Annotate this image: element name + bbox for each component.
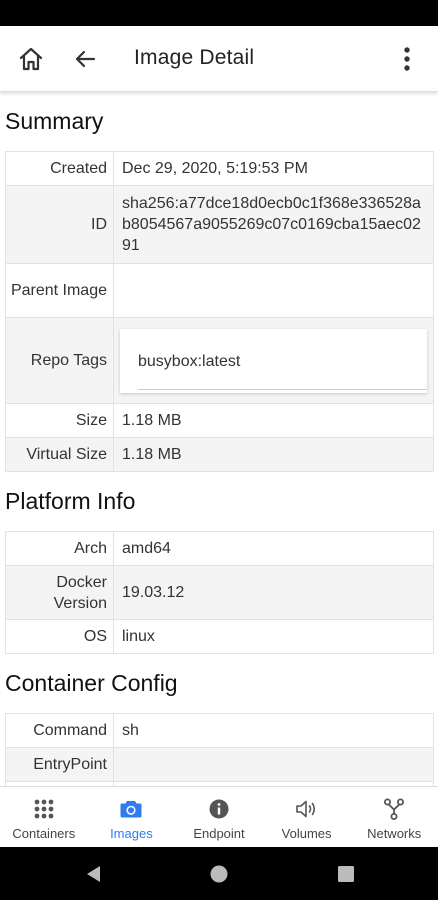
- container-config-heading: Container Config: [5, 670, 178, 696]
- container-config-table: Command sh EntryPoint: [5, 713, 434, 786]
- back-button[interactable]: [66, 40, 104, 78]
- circle-home-icon: [210, 865, 228, 883]
- home-icon: [19, 47, 43, 71]
- size-value: 1.18 MB: [113, 403, 434, 438]
- nav-label-endpoint: Endpoint: [193, 826, 245, 841]
- nav-label-volumes: Volumes: [281, 826, 332, 841]
- system-back-button[interactable]: [82, 863, 104, 885]
- virtual-size-value: 1.18 MB: [113, 437, 434, 472]
- size-label: Size: [5, 403, 114, 438]
- os-value: linux: [113, 619, 434, 654]
- app-bar: Image Detail: [0, 26, 438, 92]
- more-options-button[interactable]: [388, 40, 426, 78]
- page-title: Image Detail: [134, 46, 255, 69]
- command-label: Command: [5, 713, 114, 748]
- system-recents-button[interactable]: [335, 863, 357, 885]
- command-value: sh: [113, 713, 434, 748]
- nav-endpoint[interactable]: Endpoint: [175, 787, 263, 847]
- status-bar: [0, 0, 438, 26]
- system-navigation-bar: [0, 847, 438, 900]
- summary-heading: Summary: [5, 108, 104, 134]
- platform-table: Arch amd64 Docker Version 19.03.12 OS li…: [5, 531, 434, 654]
- grid-icon: [34, 799, 54, 819]
- created-label: Created: [5, 151, 114, 186]
- network-icon: [384, 798, 405, 820]
- repo-tags-list: busybox:latest: [120, 328, 427, 393]
- repo-tags-label: Repo Tags: [5, 317, 114, 404]
- arch-value: amd64: [113, 531, 434, 566]
- info-icon: [209, 799, 229, 819]
- created-value: Dec 29, 2020, 5:19:53 PM: [113, 151, 434, 186]
- nav-images[interactable]: Images: [88, 787, 176, 847]
- nav-networks[interactable]: Networks: [350, 787, 438, 847]
- nav-volumes[interactable]: Volumes: [263, 787, 351, 847]
- nav-label-networks: Networks: [367, 826, 422, 841]
- arrow-left-icon: [75, 50, 96, 68]
- docker-version-value: 19.03.12: [113, 565, 434, 620]
- system-home-button[interactable]: [208, 863, 230, 885]
- detail-content[interactable]: Summary Created Dec 29, 2020, 5:19:53 PM…: [0, 92, 438, 786]
- platform-heading: Platform Info: [5, 488, 136, 514]
- nav-containers[interactable]: Containers: [0, 787, 88, 847]
- id-label: ID: [5, 185, 114, 264]
- os-label: OS: [5, 619, 114, 654]
- square-recents-icon: [338, 866, 354, 882]
- entrypoint-value: [113, 747, 434, 782]
- docker-version-label: Docker Version: [5, 565, 114, 620]
- entrypoint-label: EntryPoint: [5, 747, 114, 782]
- bottom-navigation: Containers Images Endpoint Volumes Netwo…: [0, 786, 438, 847]
- nav-label-images: Images: [110, 826, 153, 841]
- summary-table: Created Dec 29, 2020, 5:19:53 PM ID sha2…: [5, 151, 434, 472]
- nav-label-containers: Containers: [12, 826, 76, 841]
- more-vert-icon: [404, 47, 410, 71]
- triangle-back-icon: [87, 866, 100, 882]
- parent-image-label: Parent Image: [5, 263, 114, 318]
- volume-icon: [295, 800, 315, 818]
- home-button[interactable]: [12, 40, 50, 78]
- camera-icon: [120, 801, 142, 818]
- parent-image-value: [113, 263, 434, 318]
- arch-label: Arch: [5, 531, 114, 566]
- repo-tag-item: busybox:latest: [138, 352, 241, 370]
- id-value: sha256:a77dce18d0ecb0c1f368e336528ab8054…: [113, 185, 434, 264]
- divider: [138, 388, 427, 390]
- repo-tags-cell: busybox:latest: [113, 317, 434, 404]
- virtual-size-label: Virtual Size: [5, 437, 114, 472]
